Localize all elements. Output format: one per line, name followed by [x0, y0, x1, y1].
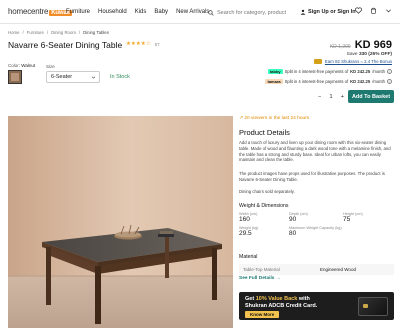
- qty-value[interactable]: 1: [329, 94, 332, 100]
- dim-weight: Weight (kg) 29.5: [239, 226, 259, 237]
- tamara-text: Split in 4 interest-free payments of: [284, 79, 349, 84]
- tabby-amount: KD 242.25: [350, 69, 371, 74]
- color-swatch-walnut[interactable]: [8, 70, 22, 84]
- shukran-icon: [313, 59, 322, 64]
- info-icon[interactable]: i: [387, 79, 392, 84]
- rating-stars: ★★★★☆: [126, 41, 151, 47]
- user-icon: [300, 9, 306, 15]
- breadcrumb-home[interactable]: Home: [8, 30, 19, 35]
- breadcrumb-furniture[interactable]: Furniture: [27, 30, 44, 35]
- review-count: 57: [154, 41, 160, 47]
- dining-table-illustration: [8, 116, 233, 328]
- search-input[interactable]: [217, 10, 289, 16]
- product-note: The product images have props used for i…: [239, 171, 385, 182]
- logo-text: homecentre: [8, 7, 49, 16]
- nav-item-kids[interactable]: Kids: [135, 9, 147, 15]
- material-key: Table-Top Material: [243, 267, 280, 272]
- size-label: Size: [46, 64, 55, 69]
- breadcrumb: Home / Furniture / Dining Room / Dining Tab…: [8, 30, 109, 35]
- breadcrumb-dining-room[interactable]: Dining Room: [51, 30, 76, 35]
- product-title: Navarre 6-Seater Dining Table: [8, 40, 123, 50]
- signin-link[interactable]: Sign Up or Sign In: [300, 9, 356, 15]
- tabby-text: Split in 4 interest-free payments of: [284, 69, 349, 74]
- cart-icon[interactable]: [370, 7, 377, 14]
- tabby-period: /month: [372, 69, 385, 74]
- nav-item-new-arrivals[interactable]: New Arrivals: [176, 9, 209, 15]
- info-icon[interactable]: i: [387, 69, 392, 74]
- search-bar: [208, 8, 292, 18]
- chevron-down-icon: [91, 76, 96, 79]
- dimensions-title: Weight & Dimensions: [239, 203, 289, 209]
- tamara-installment[interactable]: tamara Split in 4 interest-free payments…: [265, 79, 392, 84]
- size-select[interactable]: 6-Seater: [46, 71, 100, 83]
- dim-height: Height (cm) 75: [343, 212, 363, 223]
- size-value: 6-Seater: [51, 74, 73, 80]
- shukran-link[interactable]: Earn 82 Shukrans = 2.4 The Bonus: [325, 59, 392, 64]
- main-nav: Furniture Household Kids Baby New Arriva…: [66, 9, 209, 15]
- dimensions-grid: Width (cm) 160 Depth (cm) 90 Height (cm) 75…: [239, 212, 394, 237]
- breadcrumb-separator: /: [78, 30, 81, 35]
- product-description: Add a touch of luxury and liven up your …: [239, 140, 391, 163]
- nav-item-household[interactable]: Household: [98, 9, 127, 15]
- add-to-basket-button[interactable]: Add To Basket: [348, 90, 394, 103]
- menu-chevron-icon[interactable]: [385, 7, 392, 14]
- dim-max-weight: Maximum Weight Capacity (kg) 80: [289, 226, 342, 237]
- rating[interactable]: ★★★★☆ 57: [126, 41, 160, 47]
- old-price: KD 1,299: [329, 44, 351, 50]
- quantity-stepper: − 1 +: [318, 91, 344, 103]
- credit-card-image: [358, 297, 388, 316]
- breadcrumb-separator: /: [46, 30, 49, 35]
- stock-status: In Stock: [110, 74, 130, 80]
- qty-decrease-button[interactable]: −: [318, 94, 321, 100]
- qty-increase-button[interactable]: +: [341, 94, 344, 100]
- shukran-earn[interactable]: Earn 82 Shukrans = 2.4 The Bonus: [313, 59, 392, 64]
- color-label: Color: Walnut: [8, 63, 36, 68]
- savings-text: Save 330 (25% OFF): [346, 52, 392, 57]
- breadcrumb-dining-tables: Dining Tables: [83, 30, 109, 35]
- current-price: KD 969: [354, 39, 392, 51]
- search-icon: [208, 10, 214, 16]
- header-icons: [355, 7, 392, 14]
- nav-item-furniture[interactable]: Furniture: [66, 9, 90, 15]
- dim-width: Width (cm) 160: [239, 212, 258, 223]
- material-title: Material: [239, 254, 258, 260]
- know-more-button[interactable]: Know More: [245, 311, 280, 318]
- breadcrumb-separator: /: [22, 30, 24, 35]
- promo-line-1: Get 10% Value Back with: [245, 296, 310, 302]
- material-value: Engineered Wood: [320, 267, 356, 272]
- material-row: Table-Top Material Engineered Wood: [239, 264, 394, 275]
- dim-depth: Depth (cm) 90: [289, 212, 308, 223]
- viewers-notice: ↗ 20 viewers in the last 24 hours: [239, 116, 310, 121]
- heart-icon[interactable]: [355, 7, 362, 14]
- product-image[interactable]: [8, 116, 233, 328]
- site-header: homecentre Kuwait Furniture Household Kid…: [0, 0, 400, 24]
- product-details-title: Product Details: [239, 128, 290, 137]
- tamara-period: /month: [372, 79, 385, 84]
- credit-card-promo[interactable]: Get 10% Value Back with Shukran ADCB Cre…: [239, 292, 394, 320]
- tabby-logo: tabby: [267, 69, 283, 74]
- tamara-logo: tamara: [265, 79, 283, 84]
- logo[interactable]: homecentre Kuwait: [8, 7, 72, 16]
- tabby-installment[interactable]: tabby Split in 4 interest-free payments …: [267, 69, 392, 74]
- price-block: KD 1,299 KD 969: [330, 39, 392, 51]
- promo-line-2: Shukran ADCB Credit Card.: [245, 303, 318, 309]
- chairs-note: Dining chairs sold separately.: [239, 189, 295, 194]
- nav-item-baby[interactable]: Baby: [154, 9, 168, 15]
- see-full-details-link[interactable]: See Full Details →: [239, 276, 281, 281]
- signin-label: Sign Up or Sign In: [308, 9, 356, 15]
- tamara-amount: KD 242.25: [350, 79, 371, 84]
